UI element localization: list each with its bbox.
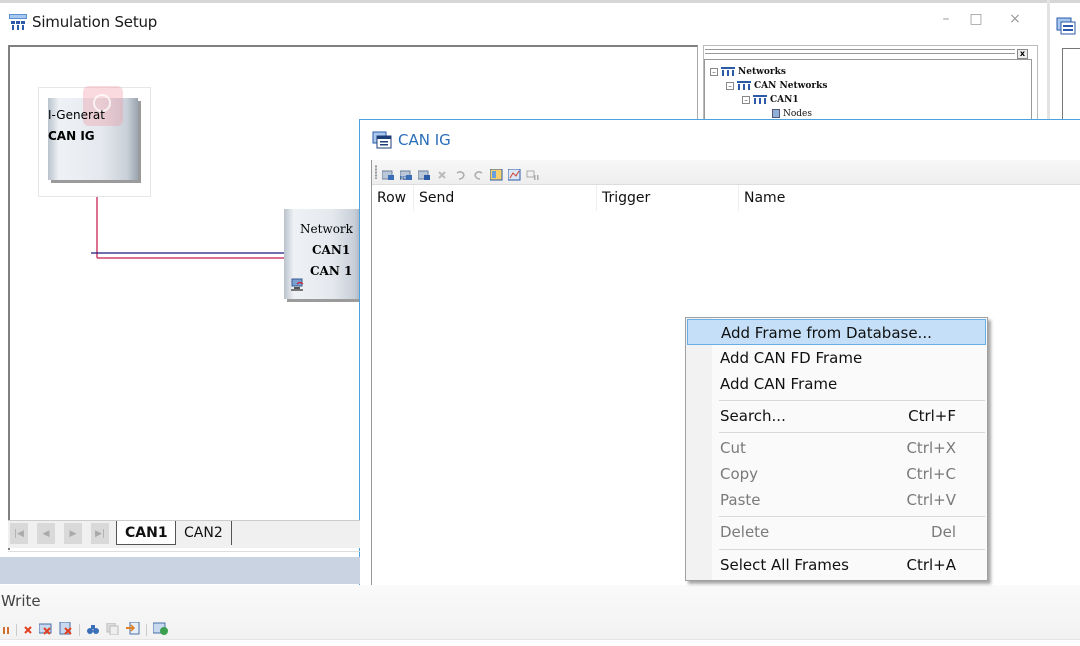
column-header-send[interactable]: Send bbox=[414, 185, 597, 211]
clear-window-icon[interactable] bbox=[38, 620, 53, 639]
maximize-button[interactable]: □ bbox=[966, 11, 986, 27]
tree-panel-grip[interactable] bbox=[705, 49, 1015, 54]
tab-can2[interactable]: CAN2 bbox=[175, 521, 232, 545]
tree-item-label: Networks bbox=[738, 67, 786, 77]
tree-item-label: CAN1 bbox=[770, 95, 799, 105]
can-ig-title-text: CAN IG bbox=[398, 131, 451, 149]
menu-item-cut[interactable]: Cut Ctrl+X bbox=[687, 435, 986, 461]
nodes-icon bbox=[772, 109, 780, 118]
menu-item-label: Copy bbox=[720, 465, 759, 483]
tab-can1[interactable]: CAN1 bbox=[116, 521, 176, 545]
svg-text:FD: FD bbox=[400, 176, 407, 181]
column-header-name[interactable]: Name bbox=[739, 185, 1080, 211]
menu-item-shortcut: Ctrl+C bbox=[906, 465, 956, 483]
export-icon[interactable] bbox=[126, 620, 140, 639]
menu-item-shortcut: Ctrl+X bbox=[906, 439, 956, 457]
toolbar-grip[interactable] bbox=[375, 165, 377, 179]
computer-network-icon bbox=[291, 277, 305, 291]
adjacent-window-frame bbox=[1062, 48, 1080, 122]
next-tab-button[interactable]: ▶ bbox=[64, 523, 82, 544]
chart-icon[interactable] bbox=[507, 166, 521, 181]
menu-separator bbox=[719, 516, 985, 517]
menu-item-shortcut: Ctrl+V bbox=[906, 491, 956, 509]
close-button[interactable]: × bbox=[1005, 11, 1025, 27]
menu-item-shortcut: Ctrl+A bbox=[906, 556, 956, 574]
collapse-icon[interactable]: – bbox=[710, 68, 718, 76]
write-toolbar bbox=[2, 620, 169, 639]
toolbar-separator bbox=[146, 623, 147, 636]
tree-panel-close-button[interactable]: x bbox=[1017, 49, 1028, 59]
clear-all-icon[interactable] bbox=[59, 620, 73, 639]
menu-item-add-frame-from-database[interactable]: Add Frame from Database... bbox=[687, 319, 986, 345]
tab-bar-divider bbox=[8, 549, 360, 552]
tree-item-networks[interactable]: – Networks bbox=[710, 67, 786, 77]
can-ig-toolbar: FD bbox=[372, 160, 1080, 185]
tree-item-nodes[interactable]: Nodes bbox=[772, 109, 812, 118]
find-icon[interactable] bbox=[86, 620, 100, 639]
network-icon bbox=[737, 81, 751, 91]
menu-item-label: Select All Frames bbox=[720, 556, 849, 574]
pause-icon[interactable] bbox=[2, 620, 10, 639]
can-ig-window-icon bbox=[372, 131, 392, 149]
menu-separator bbox=[719, 400, 985, 401]
menu-item-select-all-frames[interactable]: Select All Frames Ctrl+A bbox=[687, 552, 986, 578]
tree-item-can1[interactable]: – CAN1 bbox=[742, 95, 799, 105]
tree-item-can-networks[interactable]: – CAN Networks bbox=[726, 81, 827, 91]
network-node-name: CAN1 bbox=[312, 243, 351, 257]
collapse-icon[interactable]: – bbox=[726, 82, 734, 90]
menu-item-shortcut: Ctrl+F bbox=[908, 407, 956, 425]
menu-item-delete[interactable]: Delete Del bbox=[687, 519, 986, 545]
column-header-row[interactable]: Row bbox=[372, 185, 414, 211]
network-node-channel: CAN 1 bbox=[310, 264, 353, 278]
menu-item-add-can-frame[interactable]: Add CAN Frame bbox=[687, 371, 986, 397]
write-pane-title: Write bbox=[1, 592, 41, 610]
first-tab-button[interactable]: |◀ bbox=[10, 523, 28, 544]
add-from-db-icon[interactable] bbox=[417, 166, 431, 180]
delete-icon[interactable] bbox=[436, 166, 449, 179]
last-tab-button[interactable]: ▶| bbox=[91, 523, 109, 544]
network-icon bbox=[721, 67, 735, 77]
undo-icon[interactable] bbox=[454, 166, 467, 180]
menu-item-label: Add CAN FD Frame bbox=[720, 349, 863, 367]
layout-icon[interactable] bbox=[489, 166, 503, 181]
redo-icon[interactable] bbox=[472, 166, 485, 180]
network-node-type: Network bbox=[300, 222, 353, 236]
menu-item-search[interactable]: Search... Ctrl+F bbox=[687, 403, 986, 429]
collapse-icon[interactable]: – bbox=[742, 96, 750, 104]
network-icon bbox=[753, 95, 767, 105]
menu-item-label: Add Frame from Database... bbox=[721, 324, 932, 342]
tree-item-label: CAN Networks bbox=[754, 81, 828, 91]
toolbar-separator bbox=[79, 623, 80, 636]
add-frame-icon[interactable] bbox=[381, 166, 395, 180]
write-table-header bbox=[0, 639, 1080, 646]
can-ig-title: CAN IG bbox=[372, 131, 451, 149]
menu-separator bbox=[719, 549, 985, 550]
menu-item-label: Add CAN Frame bbox=[720, 375, 838, 393]
signal-icon[interactable] bbox=[526, 166, 539, 180]
menu-item-shortcut: Del bbox=[931, 523, 956, 541]
options-icon[interactable] bbox=[152, 620, 169, 639]
toolbar-separator bbox=[16, 623, 17, 636]
menu-item-paste[interactable]: Paste Ctrl+V bbox=[687, 487, 986, 513]
window-icon bbox=[1056, 17, 1076, 35]
menu-item-add-can-fd-frame[interactable]: Add CAN FD Frame bbox=[687, 345, 986, 371]
minimize-button[interactable]: – bbox=[936, 11, 956, 27]
ig-node-type: I-Generat bbox=[48, 108, 105, 122]
menu-item-copy[interactable]: Copy Ctrl+C bbox=[687, 461, 986, 487]
ig-node-name: CAN IG bbox=[48, 129, 95, 143]
menu-separator bbox=[719, 432, 985, 433]
column-header-trigger[interactable]: Trigger bbox=[597, 185, 739, 211]
menu-item-label: Search... bbox=[720, 407, 786, 425]
copy-icon[interactable] bbox=[106, 620, 120, 639]
menu-item-label: Delete bbox=[720, 523, 770, 541]
previous-tab-button[interactable]: ◀ bbox=[37, 523, 55, 544]
menu-item-label: Cut bbox=[720, 439, 746, 457]
clear-icon[interactable] bbox=[23, 620, 33, 639]
add-fd-frame-icon[interactable]: FD bbox=[399, 166, 413, 182]
tree-item-label: Nodes bbox=[783, 109, 812, 118]
status-bar bbox=[0, 557, 360, 584]
context-menu: Add Frame from Database... Add CAN FD Fr… bbox=[685, 317, 988, 581]
menu-item-label: Paste bbox=[720, 491, 761, 509]
